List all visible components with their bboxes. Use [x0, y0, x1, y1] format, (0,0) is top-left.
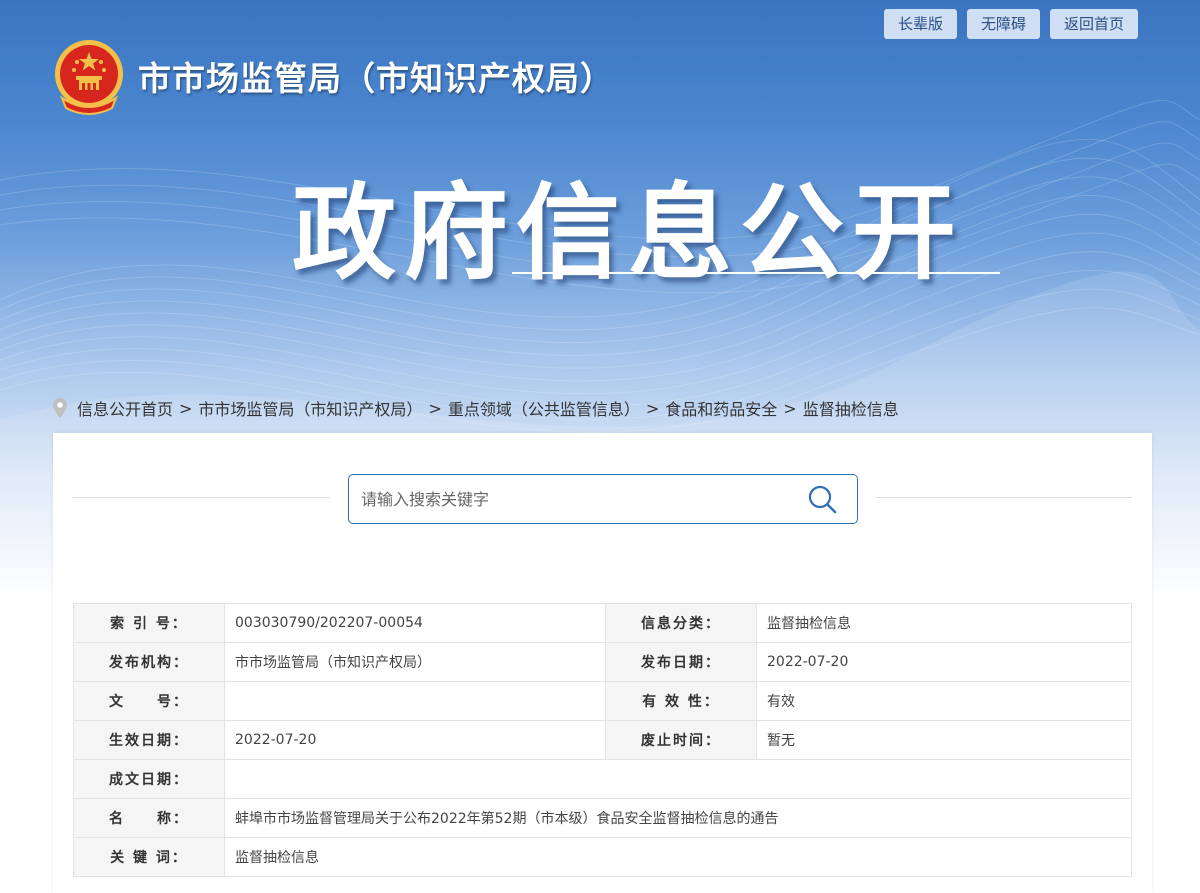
effective-date-value: 2022-07-20 — [224, 720, 606, 760]
pub-date-label: 发布日期： — [605, 642, 757, 682]
created-date-label: 成文日期： — [73, 759, 225, 799]
table-row: 名 称： 蚌埠市市场监督管理局关于公布2022年第52期（市本级）食品安全监督抽… — [73, 798, 1132, 838]
created-date-value — [224, 759, 1132, 799]
keywords-label: 关 键 词： — [73, 837, 225, 877]
search-icon[interactable] — [807, 484, 837, 514]
pub-date-value: 2022-07-20 — [756, 642, 1132, 682]
title-underline — [512, 272, 1000, 274]
name-value: 蚌埠市市场监督管理局关于公布2022年第52期（市本级）食品安全监督抽检信息的通… — [224, 798, 1132, 838]
accessibility-button[interactable]: 无障碍 — [966, 9, 1040, 39]
expire-value: 暂无 — [756, 720, 1132, 760]
top-links: 长辈版 无障碍 返回首页 — [883, 9, 1138, 39]
table-row: 发布机构： 市市场监管局（市知识产权局） 发布日期： 2022-07-20 — [73, 642, 1132, 682]
breadcrumb-inspection[interactable]: 监督抽检信息 — [803, 396, 899, 420]
expire-label: 废止时间： — [605, 720, 757, 760]
doc-no-label: 文 号： — [73, 681, 225, 721]
publisher-value: 市市场监管局（市知识产权局） — [224, 642, 606, 682]
location-pin-icon — [53, 398, 67, 418]
table-row: 关 键 词： 监督抽检信息 — [73, 837, 1132, 877]
org-name: 市市场监管局（市知识产权局） — [138, 59, 614, 98]
breadcrumb-food-drug[interactable]: 食品和药品安全 — [665, 396, 777, 420]
breadcrumb-org[interactable]: 市市场监管局（市知识产权局） — [198, 396, 422, 420]
doc-no-value — [224, 681, 606, 721]
search-divider-right — [875, 497, 1132, 498]
validity-value: 有效 — [756, 681, 1132, 721]
content-panel: 索 引 号： 003030790/202207-00054 信息分类： 监督抽检… — [53, 433, 1152, 893]
keywords-value: 监督抽检信息 — [224, 837, 1132, 877]
info-metadata-table: 索 引 号： 003030790/202207-00054 信息分类： 监督抽检… — [73, 603, 1132, 877]
breadcrumb-separator: > — [645, 398, 660, 418]
name-label: 名 称： — [73, 798, 225, 838]
elder-mode-button[interactable]: 长辈版 — [883, 9, 957, 39]
index-no-value: 003030790/202207-00054 — [224, 603, 606, 643]
breadcrumb-key-area[interactable]: 重点领域（公共监管信息） — [448, 396, 640, 420]
publisher-label: 发布机构： — [73, 642, 225, 682]
breadcrumb: 信息公开首页 > 市市场监管局（市知识产权局） > 重点领域（公共监管信息） >… — [52, 396, 899, 420]
category-value: 监督抽检信息 — [756, 603, 1132, 643]
effective-date-label: 生效日期： — [73, 720, 225, 760]
breadcrumb-separator: > — [428, 398, 442, 418]
breadcrumb-info-home[interactable]: 信息公开首页 — [77, 396, 173, 420]
table-row: 成文日期： — [73, 759, 1132, 799]
table-row: 索 引 号： 003030790/202207-00054 信息分类： 监督抽检… — [73, 603, 1132, 643]
search-divider-left — [73, 497, 330, 498]
home-button[interactable]: 返回首页 — [1049, 9, 1138, 39]
search-input[interactable] — [349, 475, 801, 523]
validity-label: 有 效 性： — [605, 681, 757, 721]
national-emblem-icon — [55, 40, 123, 115]
page-title: 政府信息公开 — [292, 172, 965, 294]
search-box — [348, 474, 858, 524]
breadcrumb-separator: > — [783, 398, 797, 418]
table-row: 文 号： 有 效 性： 有效 — [73, 681, 1132, 721]
category-label: 信息分类： — [605, 603, 757, 643]
breadcrumb-separator: > — [179, 398, 193, 418]
index-no-label: 索 引 号： — [73, 603, 225, 643]
table-row: 生效日期： 2022-07-20 废止时间： 暂无 — [73, 720, 1132, 760]
